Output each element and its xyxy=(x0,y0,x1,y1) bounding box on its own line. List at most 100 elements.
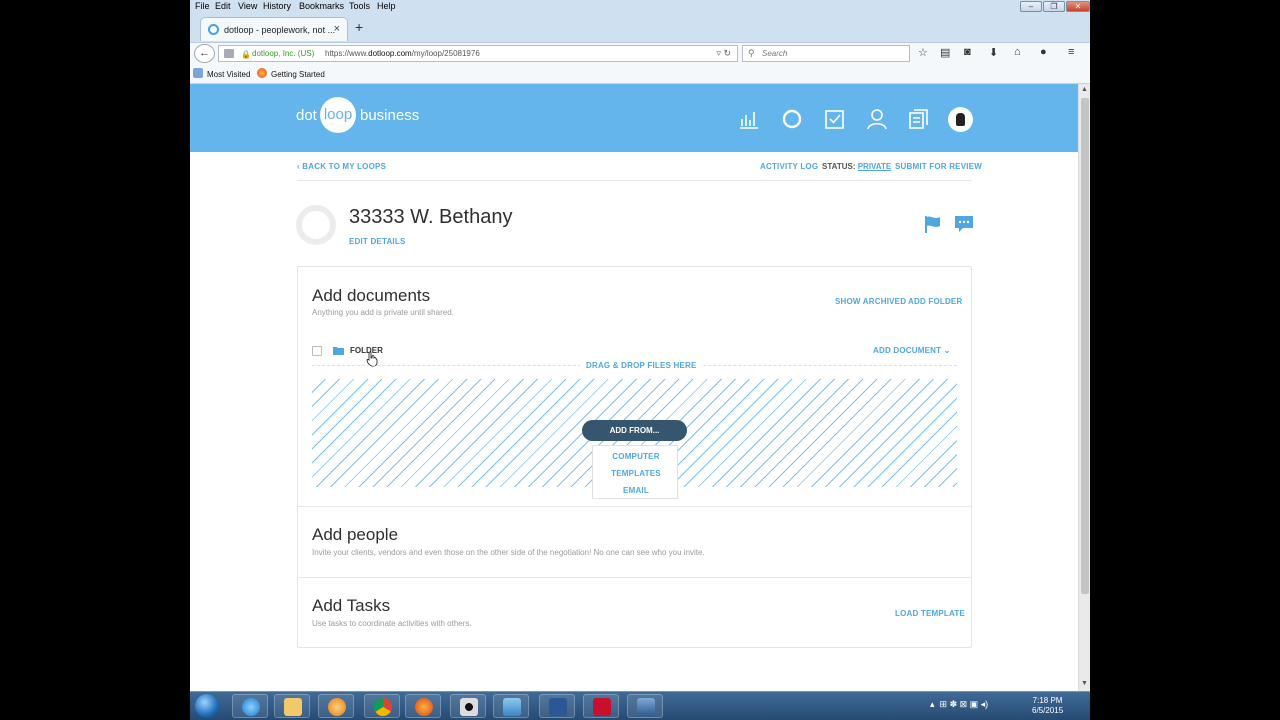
ie-icon xyxy=(242,698,260,716)
bookmark-getting-started[interactable]: Getting Started xyxy=(271,70,325,79)
tab-dotloop[interactable]: dotloop - peoplework, not ... × xyxy=(200,17,348,41)
tasks-check-icon[interactable] xyxy=(824,108,846,130)
menu-view[interactable]: View xyxy=(238,1,257,11)
dotloop-favicon-icon xyxy=(208,24,219,35)
bookmarks-list-icon[interactable]: ▤ xyxy=(940,46,950,59)
scroll-down-icon[interactable]: ▼ xyxy=(1081,680,1088,687)
menu-help[interactable]: Help xyxy=(377,1,396,11)
add-people-heading[interactable]: Add people xyxy=(312,525,398,545)
chrome-icon xyxy=(374,698,392,716)
firefox-icon xyxy=(415,698,433,716)
taskbar-acrobat[interactable] xyxy=(583,694,619,718)
windows-taskbar: ▴ ⊞ ✽ ⊠ ▣ ◂) 7:18 PM 6/5/2015 xyxy=(190,691,1090,720)
taskbar-firefox[interactable] xyxy=(405,694,441,718)
page-scrollbar[interactable]: ▲ ▼ xyxy=(1078,84,1090,691)
show-archived-link[interactable]: SHOW ARCHIVED xyxy=(835,297,906,306)
scroll-up-icon[interactable]: ▲ xyxy=(1081,86,1088,93)
chat-bubble-icon[interactable] xyxy=(953,214,975,234)
app-header: dot loop business xyxy=(190,84,1078,152)
menu-item-templates[interactable]: TEMPLATES xyxy=(593,469,679,478)
back-button[interactable]: ← xyxy=(194,44,215,63)
submit-for-review-link[interactable]: SUBMIT FOR REVIEW xyxy=(895,162,982,171)
minimize-icon[interactable]: – xyxy=(1020,1,1042,12)
url-text[interactable]: https://www.dotloop.com/my/loop/25081976 xyxy=(325,49,480,58)
people-user-icon[interactable] xyxy=(866,108,888,130)
divider xyxy=(298,506,971,507)
lock-icon[interactable]: 🔒 xyxy=(241,50,251,59)
documents-copy-icon[interactable] xyxy=(908,108,930,130)
new-tab-button[interactable]: + xyxy=(355,19,363,35)
eye-icon xyxy=(460,698,478,716)
flag-icon[interactable] xyxy=(923,214,943,234)
site-identity[interactable]: dotloop, Inc. (US) xyxy=(252,49,314,58)
hello-chat-icon[interactable]: ● xyxy=(1040,46,1047,58)
activity-log-link[interactable]: ACTIVITY LOG xyxy=(760,162,818,171)
browser-window: File Edit View History Bookmarks Tools H… xyxy=(190,0,1090,720)
menu-bookmarks[interactable]: Bookmarks xyxy=(299,1,344,11)
taskbar-word[interactable] xyxy=(539,694,575,718)
taskbar-explorer[interactable] xyxy=(274,694,310,718)
folder-icon xyxy=(333,347,344,355)
chevron-down-icon: ⌄ xyxy=(943,346,951,355)
menu-history[interactable]: History xyxy=(263,1,291,11)
user-avatar-icon[interactable] xyxy=(948,107,973,132)
word-icon xyxy=(549,698,567,716)
page-icon xyxy=(224,49,234,58)
pocket-icon[interactable]: ◙ xyxy=(964,46,971,58)
taskbar-image-viewer[interactable] xyxy=(493,694,529,718)
bookmark-star-icon[interactable]: ☆ xyxy=(918,46,928,59)
add-people-subtitle: Invite your clients, vendors and even th… xyxy=(312,548,705,557)
menu-edit[interactable]: Edit xyxy=(215,1,231,11)
back-to-my-loops-link[interactable]: ‹ BACK TO MY LOOPS xyxy=(297,162,386,171)
loops-circle-icon[interactable] xyxy=(781,108,803,130)
search-placeholder: Search xyxy=(762,49,788,58)
firefox-icon xyxy=(257,68,267,78)
acrobat-icon xyxy=(593,698,611,716)
menu-item-email[interactable]: EMAIL xyxy=(593,486,679,495)
bookmark-most-visited[interactable]: Most Visited xyxy=(207,70,250,79)
menu-tools[interactable]: Tools xyxy=(349,1,370,11)
system-clock[interactable]: 7:18 PM 6/5/2015 xyxy=(1032,696,1063,716)
scrollbar-thumb[interactable] xyxy=(1081,98,1089,594)
start-button[interactable] xyxy=(195,694,219,718)
folder-checkbox[interactable] xyxy=(312,346,322,356)
show-hidden-icons-icon: ▴ xyxy=(930,699,935,709)
tab-close-icon[interactable]: × xyxy=(334,23,340,35)
picture-icon xyxy=(503,698,521,716)
most-visited-icon xyxy=(193,68,203,78)
add-from-button[interactable]: ADD FROM... xyxy=(582,420,687,441)
url-bar[interactable]: 🔒 dotloop, Inc. (US) https://www.dotloop… xyxy=(218,45,738,62)
close-window-icon[interactable]: ✕ xyxy=(1066,1,1090,12)
loop-panel: Add documents Anything you add is privat… xyxy=(297,266,972,648)
reload-icon[interactable]: ▿ ↻ xyxy=(716,48,731,59)
add-folder-link[interactable]: ADD FOLDER xyxy=(908,297,962,306)
menu-file[interactable]: File xyxy=(195,1,210,11)
add-tasks-subtitle: Use tasks to coordinate activities with … xyxy=(312,619,472,628)
loop-progress-ring xyxy=(296,205,336,245)
taskbar-ie[interactable] xyxy=(232,694,268,718)
taskbar-screen-recorder[interactable] xyxy=(450,694,486,718)
restore-icon[interactable]: ❐ xyxy=(1043,1,1065,12)
navigation-toolbar: ← 🔒 dotloop, Inc. (US) https://www.dotlo… xyxy=(190,42,1090,64)
folder-icon xyxy=(284,698,302,716)
status-private-link[interactable]: PRIVATE xyxy=(858,162,891,171)
taskbar-media-player[interactable] xyxy=(318,694,354,718)
menu-hamburger-icon[interactable]: ≡ xyxy=(1068,46,1074,58)
load-template-link[interactable]: LOAD TEMPLATE xyxy=(895,609,965,618)
add-from-menu: COMPUTER TEMPLATES EMAIL xyxy=(592,445,678,499)
home-icon[interactable]: ⌂ xyxy=(1014,46,1021,58)
divider xyxy=(297,180,972,181)
add-document-dropdown[interactable]: ADD DOCUMENT ⌄ xyxy=(873,346,951,355)
system-tray[interactable]: ▴ ⊞ ✽ ⊠ ▣ ◂) xyxy=(930,699,988,710)
menu-item-computer[interactable]: COMPUTER xyxy=(593,452,679,461)
divider xyxy=(298,577,971,578)
download-icon[interactable]: ⬇ xyxy=(989,46,998,59)
search-input[interactable]: ⚲ Search xyxy=(742,45,910,62)
taskbar-chrome[interactable] xyxy=(364,694,400,718)
add-tasks-heading[interactable]: Add Tasks xyxy=(312,596,390,616)
taskbar-recorder[interactable] xyxy=(627,694,663,718)
reports-chart-icon[interactable] xyxy=(738,108,760,130)
status-indicator: STATUS: PRIVATE xyxy=(822,162,892,171)
edit-details-link[interactable]: EDIT DETAILS xyxy=(349,237,405,246)
recorder-icon xyxy=(637,698,655,716)
